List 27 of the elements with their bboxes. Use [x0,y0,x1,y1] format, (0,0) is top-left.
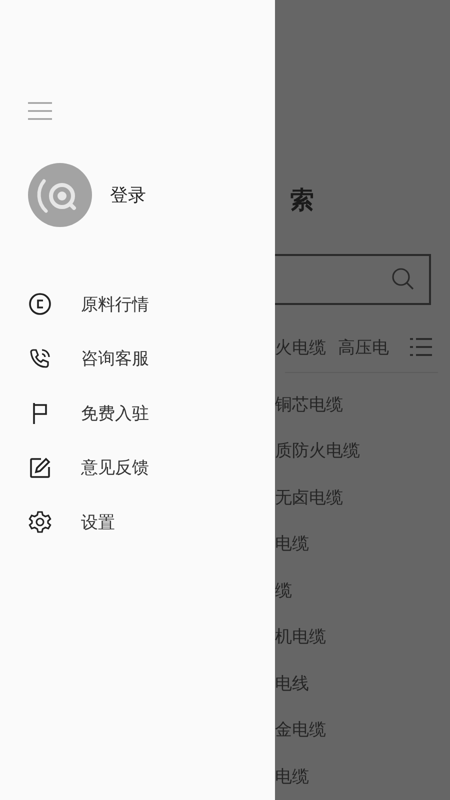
category-item[interactable]: 缆 [275,568,450,614]
menu-button[interactable] [28,101,52,121]
avatar-icon[interactable] [28,163,92,227]
category-item[interactable]: 金电缆 [275,707,450,754]
menu-item[interactable]: 免费入驻 [81,402,149,425]
menu-item[interactable]: 意见反馈 [81,456,149,480]
category-item[interactable]: 电线 [275,660,450,707]
list-icon[interactable] [410,338,432,356]
search-icon[interactable] [391,267,415,292]
category-tab[interactable]: 高压电 [338,336,389,359]
settings-icon [28,510,52,534]
menu-item[interactable]: 原料行情 [81,292,149,316]
category-item[interactable]: 机电缆 [275,614,450,660]
category-item[interactable]: 质防火电缆 [275,428,450,474]
phone-icon [28,346,52,371]
menu-item[interactable]: 设置 [81,510,115,534]
copyright-icon [28,292,52,316]
edit-icon [28,456,52,480]
login-link[interactable]: 登录 [110,183,146,207]
category-item[interactable]: 电缆 [275,521,450,568]
menu-item[interactable]: 咨询客服 [81,347,149,370]
category-tab[interactable]: 火电缆 [275,336,326,359]
category-item[interactable]: 铜芯电缆 [275,382,450,428]
page-title: 索 [290,185,315,216]
category-item[interactable]: 电缆 [275,754,450,800]
category-item[interactable]: 无卤电缆 [275,474,450,521]
flag-icon [30,401,50,426]
